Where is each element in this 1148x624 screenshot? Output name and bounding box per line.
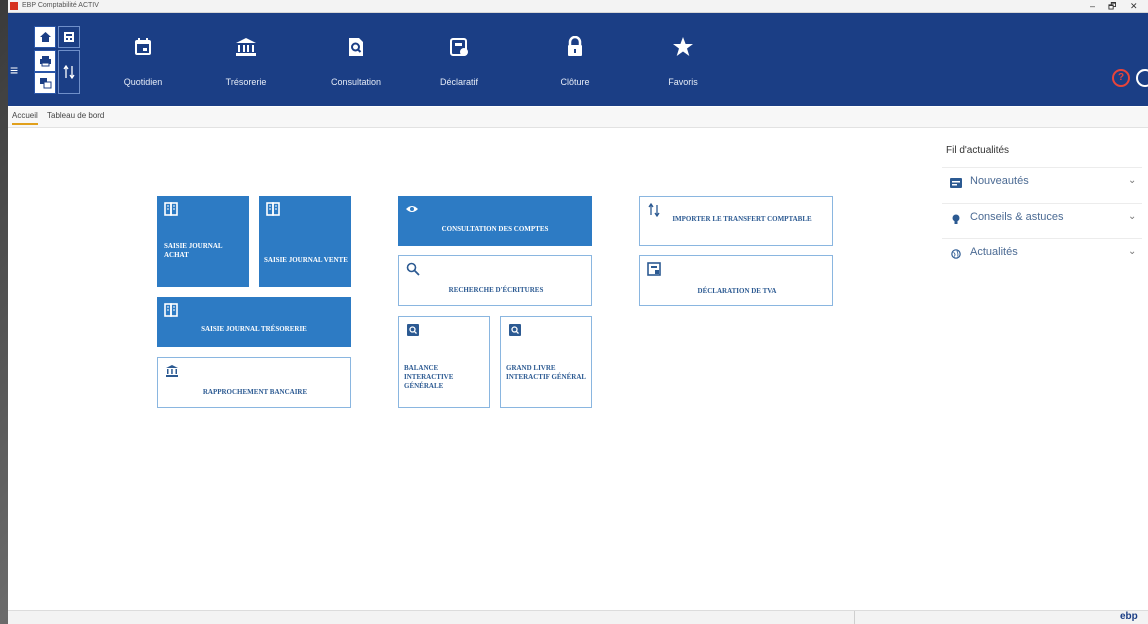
home-icon [39,32,51,42]
nav-label: Quotidien [123,77,163,87]
saisie-tresorerie-tile[interactable]: SAISIE JOURNAL TRÉSORERIE [157,297,351,347]
transfer-arrows-icon [63,65,75,79]
tab-accueil[interactable]: Accueil [12,111,38,125]
app-logo-icon [10,2,18,10]
transfer-button[interactable] [58,50,80,94]
search-doc-icon [509,324,521,336]
menu-icon[interactable]: ≡ [10,63,18,77]
saisie-achat-tile[interactable]: SAISIE JOURNAL ACHAT [157,196,249,287]
minimize-button[interactable]: ‒ [1090,0,1095,12]
nav-label: Clôture [560,77,590,87]
bank-icon [236,38,256,56]
chevron-down-icon[interactable]: ⌄ [1128,246,1136,257]
nav-quotidien[interactable]: Quotidien [115,13,171,106]
title-bar: EBP Comptabilité ACTIV ‒ 🗗 ✕ [8,0,1148,13]
transfer-arrows-icon [648,203,660,217]
nav-favoris[interactable]: Favoris [655,13,711,106]
news-item-nouveautes[interactable]: Nouveautés ⌄ [942,167,1142,198]
nav-declaratif[interactable]: Déclaratif [431,13,487,106]
window-title: EBP Comptabilité ACTIV [22,2,99,9]
news-item-label: Nouveautés [970,175,1029,187]
nav-label: Favoris [668,77,698,87]
tile-label: GRAND LIVRE INTERACTIF GÉNÉRAL [506,364,587,381]
search-doc-icon [349,38,363,56]
nav-label: Déclaratif [439,77,478,87]
nav-cloture[interactable]: Clôture [547,13,603,106]
nav-label: Consultation [330,77,382,87]
tile-label: RAPPROCHEMENT BANCAIRE [202,388,308,396]
windows-button[interactable] [34,72,56,94]
status-bar: ebp [8,610,1148,624]
star-icon [673,37,693,56]
tile-label: DÉCLARATION DE TVA [697,287,777,295]
tile-label: BALANCE INTERACTIVE GÉNÉRALE [404,364,454,390]
tile-label: SAISIE JOURNAL TRÉSORERIE [201,325,307,333]
consultation-comptes-tile[interactable]: CONSULTATION DES COMPTES [398,196,592,246]
search-doc-icon [407,324,419,336]
status-separator [854,611,855,624]
help-icon[interactable]: ? [1112,69,1130,87]
balance-tile[interactable]: BALANCE INTERACTIVE GÉNÉRALE [398,316,490,408]
news-icon [950,178,962,188]
power-icon[interactable] [1136,69,1148,87]
grand-livre-tile[interactable]: GRAND LIVRE INTERACTIF GÉNÉRAL [500,316,592,408]
eye-icon [406,206,418,212]
restore-button[interactable]: 🗗 [1108,0,1116,12]
journal-icon [164,303,178,317]
importer-transfert-tile[interactable]: IMPORTER LE TRANSFERT COMPTABLE [639,196,833,246]
news-item-conseils[interactable]: Conseils & astuces ⌄ [942,203,1142,234]
chevron-down-icon[interactable]: ⌄ [1128,175,1136,186]
globe-icon [951,249,961,259]
app-window: EBP Comptabilité ACTIV ‒ 🗗 ✕ ≡ Quotidien [8,0,1148,624]
chevron-down-icon[interactable]: ⌄ [1128,211,1136,222]
tile-label: CONSULTATION DES COMPTES [441,225,549,233]
lock-icon [568,36,582,56]
declaration-icon [647,262,661,276]
calculator-button[interactable] [58,26,80,48]
rapprochement-tile[interactable]: RAPPROCHEMENT BANCAIRE [157,357,351,408]
nav-tresorerie[interactable]: Trésorerie [218,13,274,106]
news-panel-title: Fil d'actualités [946,145,1010,156]
news-item-actualites[interactable]: Actualités ⌄ [942,238,1142,269]
windows-icon [39,78,51,89]
search-icon [406,262,420,276]
news-item-label: Actualités [970,246,1018,258]
calendar-icon [135,38,151,55]
ribbon: ≡ Quotidien Trésorerie Consultation Décl… [8,13,1148,106]
tile-label: SAISIE JOURNAL VENTE [264,256,348,264]
journal-icon [266,202,280,216]
tab-strip: Accueil Tableau de bord [8,107,1148,128]
calculator-icon [64,32,74,42]
declaration-tva-tile[interactable]: DÉCLARATION DE TVA [639,255,833,306]
close-button[interactable]: ✕ [1130,0,1138,12]
bank-icon [166,365,178,377]
tile-label: RECHERCHE D'ÉCRITURES [448,286,544,294]
journal-icon [164,202,178,216]
tab-tableau-de-bord[interactable]: Tableau de bord [47,111,104,123]
saisie-vente-tile[interactable]: SAISIE JOURNAL VENTE [259,196,351,287]
news-item-label: Conseils & astuces [970,211,1064,223]
print-icon [39,56,51,67]
home-button[interactable] [34,26,56,48]
declaration-icon [450,38,468,56]
brand-logo: ebp [1120,611,1138,622]
tile-label: SAISIE JOURNAL ACHAT [164,242,223,259]
bulb-icon [952,214,960,224]
nav-label: Trésorerie [225,77,267,87]
print-button[interactable] [34,50,56,72]
nav-consultation[interactable]: Consultation [324,13,388,106]
tile-label: IMPORTER LE TRANSFERT COMPTABLE [672,215,812,223]
recherche-ecritures-tile[interactable]: RECHERCHE D'ÉCRITURES [398,255,592,306]
